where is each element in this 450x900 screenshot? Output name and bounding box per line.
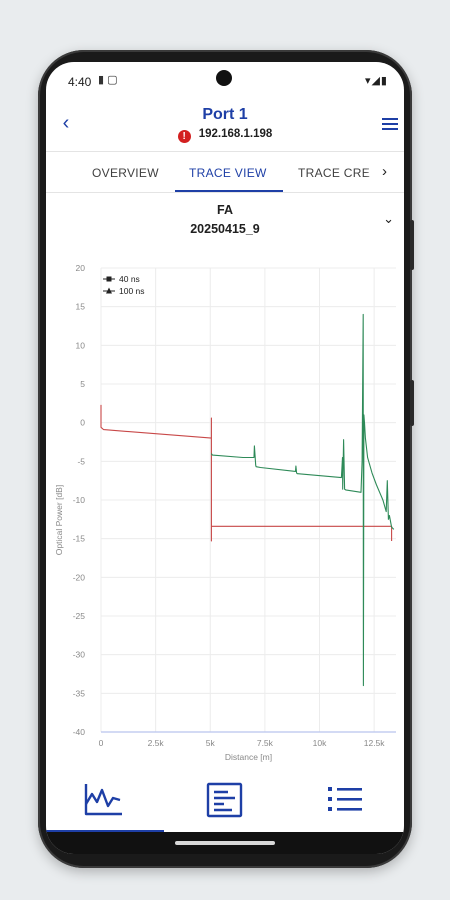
y-tick-label: 5 — [80, 379, 85, 389]
nav-list[interactable] — [286, 768, 404, 832]
nav-report[interactable] — [166, 768, 284, 832]
x-tick-label: 7.5k — [257, 738, 274, 748]
otdr-trace-chart[interactable]: 20 15 10 5 0 -5 -10 -15 -20 -25 -30 -35 -40 0 2.5k 5k 7.… — [46, 248, 404, 768]
active-tab-indicator — [175, 190, 283, 192]
trace-name: FA — [217, 203, 233, 217]
y-tick-label: -15 — [73, 534, 86, 544]
list-icon — [328, 787, 362, 811]
y-tick-label: 0 — [80, 418, 85, 428]
chart-svg: 20 15 10 5 0 -5 -10 -15 -20 -25 -30 -35 -40 0 2.5k 5k 7.… — [54, 263, 396, 762]
gesture-bar — [46, 832, 404, 854]
camera-cutout — [216, 70, 232, 86]
tab-bar: OVERVIEW TRACE VIEW TRACE CRE › — [46, 151, 404, 193]
x-tick-label: 2.5k — [148, 738, 165, 748]
status-time: 4:40 — [68, 75, 92, 89]
report-document-icon — [206, 782, 243, 818]
y-tick-label: 15 — [76, 302, 86, 312]
y-tick-label: -5 — [77, 456, 85, 466]
y-tick-label: -25 — [73, 611, 86, 621]
y-tick-label: -30 — [73, 650, 86, 660]
trace-id: 20250415_9 — [190, 222, 260, 236]
app-header: ‹ Port 1 ! 192.168.1.198 — [46, 100, 404, 150]
chevron-down-icon[interactable]: ⌄ — [383, 211, 394, 227]
legend-marker-square — [106, 276, 112, 282]
app-screen: 4:40 ▮ ▢ ▾◢▮ ‹ Port 1 ! 192.168.1.198 OVE… — [46, 62, 404, 854]
legend-label: 40 ns — [119, 274, 140, 284]
hamburger-menu-icon[interactable] — [382, 118, 398, 133]
volume-button — [410, 380, 414, 426]
home-gesture-handle[interactable] — [175, 841, 275, 845]
y-tick-label: 20 — [76, 263, 86, 273]
y-axis-label: Optical Power [dB] — [54, 485, 64, 555]
alert-icon: ! — [177, 130, 191, 143]
device-address: ! 192.168.1.198 — [46, 128, 404, 143]
x-axis-label: Distance [m] — [225, 752, 272, 762]
tab-overview[interactable]: OVERVIEW — [92, 166, 159, 180]
nav-trace[interactable] — [46, 768, 164, 832]
ip-address: 192.168.1.198 — [198, 128, 273, 140]
x-tick-label: 10k — [313, 738, 327, 748]
y-tick-label: -40 — [73, 727, 86, 737]
y-tick-label: -20 — [73, 572, 86, 582]
x-tick-label: 0 — [99, 738, 104, 748]
y-tick-label: -10 — [73, 495, 86, 505]
power-button — [410, 220, 414, 270]
series-line-0 — [100, 404, 393, 542]
signal-battery-icons: ▾◢▮ — [364, 75, 388, 87]
trace-selector[interactable]: FA 20250415_9 ⌄ — [46, 195, 404, 245]
page-title: Port 1 — [202, 106, 248, 123]
notification-icons: ▮ ▢ — [98, 74, 118, 86]
tab-trace-create[interactable]: TRACE CRE — [298, 166, 370, 180]
tab-trace-view[interactable]: TRACE VIEW — [189, 166, 267, 180]
status-bar: 4:40 ▮ ▢ ▾◢▮ — [46, 62, 404, 100]
x-tick-label: 12.5k — [364, 738, 386, 748]
y-tick-label: -35 — [73, 688, 86, 698]
bottom-navigation — [46, 768, 404, 832]
x-tick-label: 5k — [206, 738, 216, 748]
legend-label: 100 ns — [119, 286, 145, 296]
y-tick-label: 10 — [76, 340, 86, 350]
tab-overflow-fade — [366, 154, 376, 190]
chevron-right-icon[interactable]: › — [382, 163, 387, 180]
trace-chart-icon — [84, 784, 122, 816]
